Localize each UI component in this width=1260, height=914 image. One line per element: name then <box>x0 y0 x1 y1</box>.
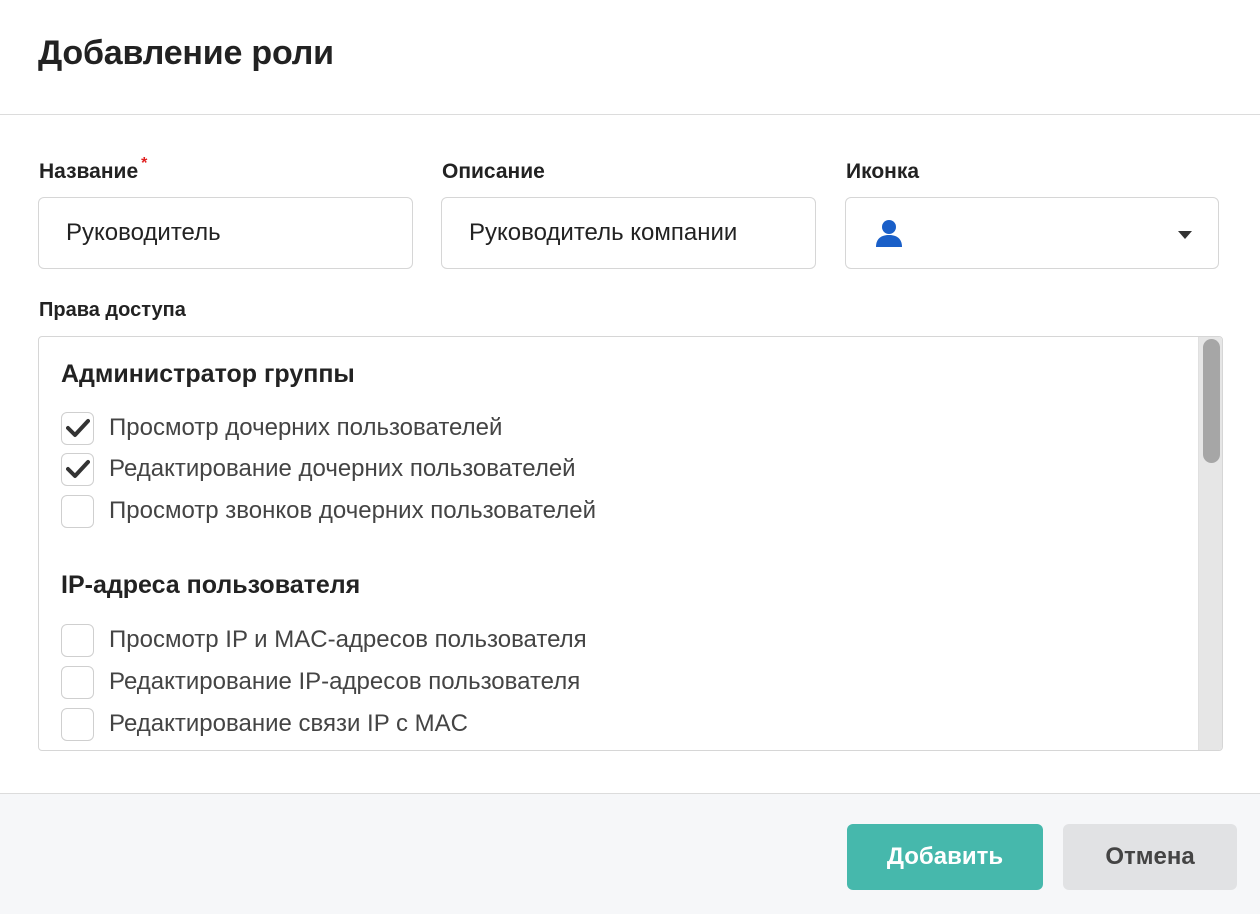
icon-field-label: Иконка <box>846 160 920 183</box>
user-icon <box>876 220 902 247</box>
scrollbar[interactable] <box>1198 337 1222 750</box>
scrollbar-thumb[interactable] <box>1203 339 1220 463</box>
permission-label: Редактирование дочерних пользователей <box>109 455 576 482</box>
add-role-dialog: Добавление роли Название* Описание Иконк… <box>0 0 1260 914</box>
permission-checkbox[interactable] <box>61 494 94 528</box>
permission-item[interactable]: Редактирование IP-адресов пользователя <box>61 665 580 699</box>
permission-item[interactable]: Просмотр IP и MAC-адресов пользователя <box>61 623 587 657</box>
permission-checkbox[interactable] <box>61 707 94 741</box>
permission-item[interactable]: Редактирование связи IP с MAC <box>61 707 468 741</box>
name-label-text: Название <box>39 160 139 183</box>
name-input[interactable] <box>38 197 413 269</box>
permission-label: Просмотр дочерних пользователей <box>109 414 503 441</box>
permission-checkbox[interactable] <box>61 452 94 486</box>
permission-label: Просмотр звонков дочерних пользователей <box>109 497 596 524</box>
name-field-label: Название * <box>39 155 147 184</box>
description-field-label: Описание <box>442 160 545 183</box>
permission-item[interactable]: Просмотр звонков дочерних пользователей <box>61 494 596 528</box>
checkmark-icon <box>65 419 90 437</box>
icon-select[interactable] <box>845 197 1219 269</box>
description-input[interactable] <box>441 197 816 269</box>
required-star: * <box>141 155 148 172</box>
permission-label: Просмотр IP и MAC-адресов пользователя <box>109 626 587 653</box>
permission-item[interactable]: Редактирование дочерних пользователей <box>61 452 576 486</box>
dialog-footer: Добавить Отмена <box>0 793 1260 914</box>
permission-checkbox[interactable] <box>61 411 94 445</box>
dialog-title: Добавление роли <box>38 34 334 72</box>
add-button[interactable]: Добавить <box>847 824 1043 890</box>
permissions-label: Права доступа <box>39 299 186 321</box>
permission-checkbox[interactable] <box>61 623 94 657</box>
permission-label: Редактирование связи IP с MAC <box>109 710 468 737</box>
permissions-list[interactable]: Администратор группы Просмотр дочерних п… <box>38 336 1223 751</box>
permission-label: Редактирование IP-адресов пользователя <box>109 668 581 695</box>
permission-checkbox[interactable] <box>61 665 94 699</box>
dialog-header: Добавление роли <box>0 0 1260 115</box>
cancel-button[interactable]: Отмена <box>1063 824 1237 890</box>
group-title-group-admin: Администратор группы <box>61 360 355 388</box>
checkmark-icon <box>65 460 90 478</box>
group-title-ip-addresses: IP-адреса пользователя <box>61 571 361 599</box>
permissions-content: Администратор группы Просмотр дочерних п… <box>39 337 1198 750</box>
chevron-down-icon <box>1178 231 1192 239</box>
permission-item[interactable]: Просмотр дочерних пользователей <box>61 411 502 445</box>
